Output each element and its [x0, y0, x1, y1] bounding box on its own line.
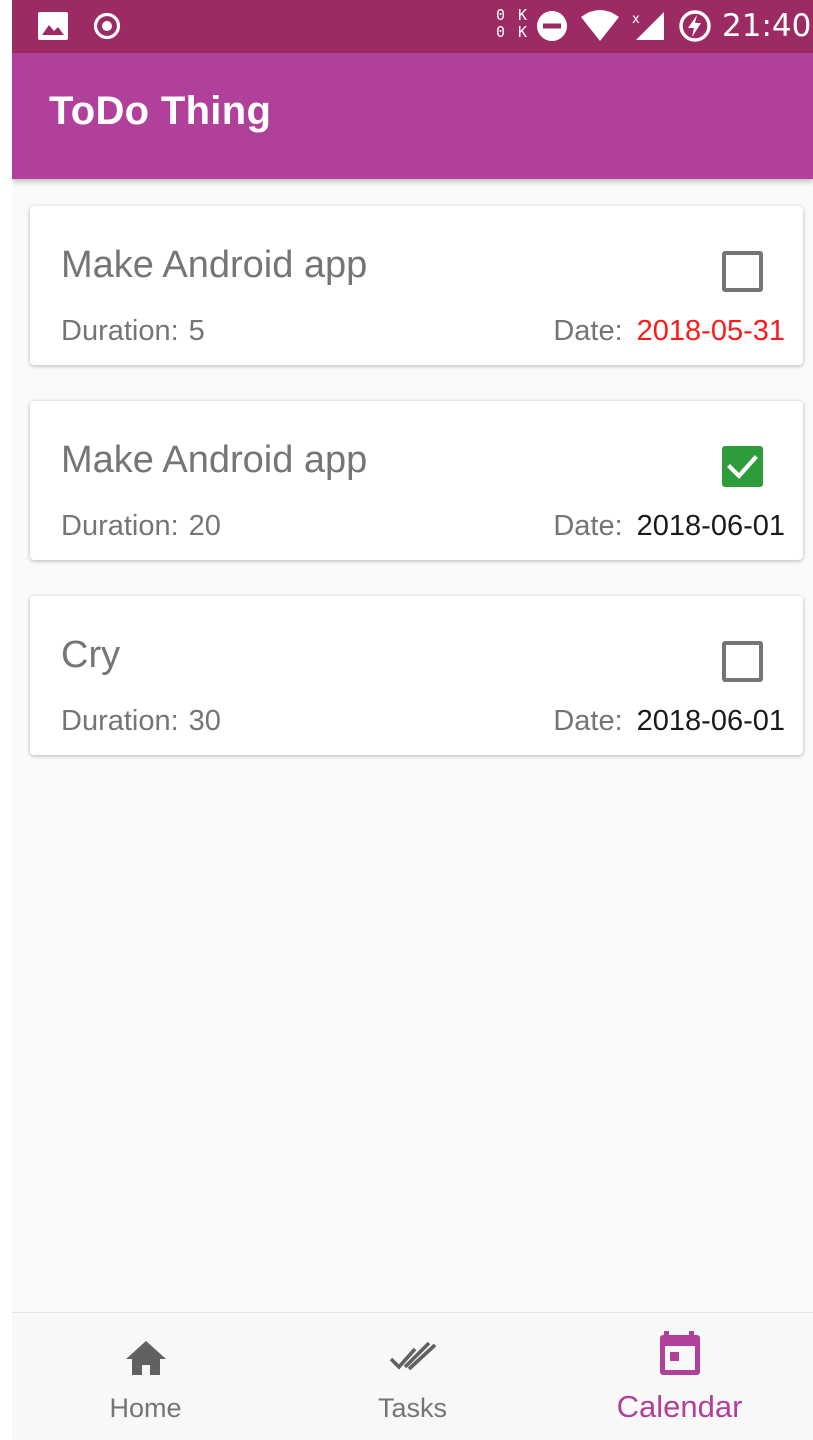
duration-label: Duration:	[61, 705, 179, 737]
app-bar: ToDo Thing	[12, 53, 813, 179]
nav-label-calendar: Calendar	[616, 1389, 743, 1424]
task-name: Make Android app	[61, 439, 368, 481]
check-icon	[727, 455, 758, 480]
task-checkbox[interactable]	[722, 641, 763, 682]
date-label: Date:	[553, 705, 623, 737]
net-up: 0 K	[496, 6, 530, 24]
nav-item-tasks[interactable]: Tasks	[279, 1313, 546, 1440]
wifi-icon	[581, 10, 619, 41]
task-checkbox[interactable]	[722, 251, 763, 292]
task-card[interactable]: Make Android app Duration: 20 Date: 2018-0…	[30, 401, 803, 560]
task-duration: Duration: 30	[61, 705, 221, 738]
nav-item-calendar[interactable]: Calendar	[546, 1313, 813, 1440]
nav-label-tasks: Tasks	[377, 1393, 448, 1423]
duration-value: 20	[188, 510, 221, 542]
task-date: Date: 2018-05-31	[553, 315, 785, 348]
date-label: Date:	[553, 315, 623, 347]
task-card[interactable]: Cry Duration: 30 Date: 2018-06-01	[30, 596, 803, 755]
do-not-disturb-icon	[537, 11, 567, 41]
task-name: Cry	[61, 634, 121, 676]
calendar-icon	[659, 1331, 700, 1375]
task-checkbox[interactable]	[722, 446, 763, 487]
app-title: ToDo Thing	[49, 89, 272, 133]
device-screen: 0 K 0 K x 21:40 ToDo Thing Make Android …	[12, 0, 813, 1440]
date-value: 2018-06-01	[636, 705, 785, 737]
task-duration: Duration: 20	[61, 510, 221, 543]
duration-value: 5	[188, 315, 205, 347]
signal-icon: x	[632, 12, 664, 40]
task-card[interactable]: Make Android app Duration: 5 Date: 2018-05…	[30, 206, 803, 365]
duration-value: 30	[188, 705, 221, 737]
date-value: 2018-05-31	[636, 315, 785, 347]
duration-label: Duration:	[61, 315, 179, 347]
date-label: Date:	[553, 510, 623, 542]
bottom-navigation: Home Tasks Calendar	[12, 1312, 813, 1440]
task-name: Make Android app	[61, 244, 368, 286]
task-date: Date: 2018-06-01	[553, 510, 785, 543]
nav-label-home: Home	[109, 1393, 182, 1423]
double-check-icon	[389, 1341, 436, 1371]
record-icon	[93, 12, 121, 40]
date-value: 2018-06-01	[636, 510, 785, 542]
task-date: Date: 2018-06-01	[553, 705, 785, 738]
nav-item-home[interactable]: Home	[12, 1313, 279, 1440]
clock: 21:40	[722, 8, 812, 44]
status-bar: 0 K 0 K x 21:40	[12, 0, 813, 53]
svg-text:x: x	[632, 12, 640, 27]
gallery-icon	[38, 12, 68, 40]
home-icon	[125, 1341, 166, 1375]
network-speed: 0 K 0 K	[496, 7, 529, 41]
battery-charging-icon	[679, 10, 711, 42]
task-duration: Duration: 5	[61, 315, 205, 348]
net-down: 0 K	[496, 23, 530, 41]
duration-label: Duration:	[61, 510, 179, 542]
